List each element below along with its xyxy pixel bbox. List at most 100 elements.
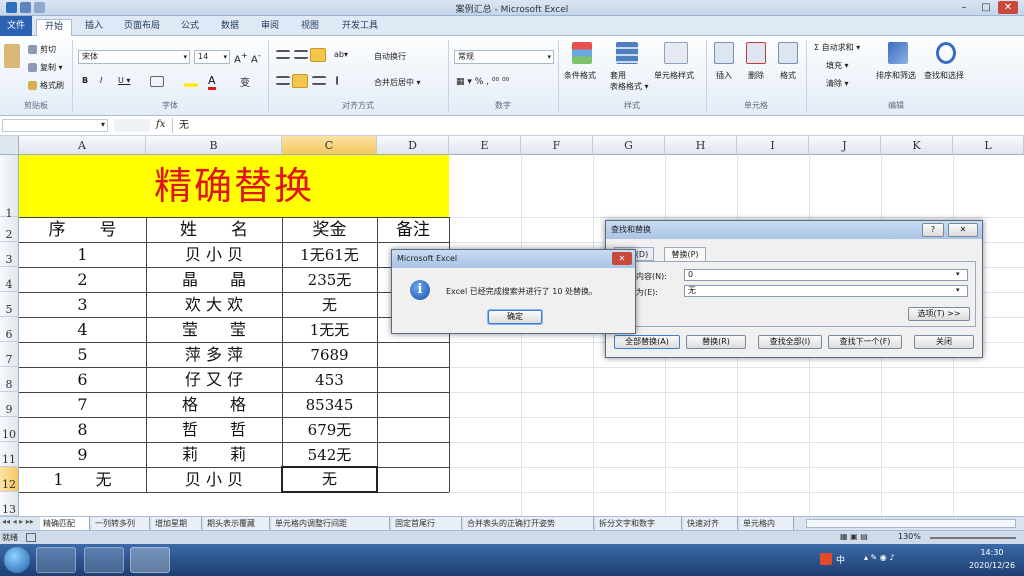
- table-cell[interactable]: 1无61无: [282, 243, 377, 267]
- find-select-icon[interactable]: [936, 42, 956, 64]
- taskbar-app-icon[interactable]: [36, 547, 76, 573]
- column-header[interactable]: E: [449, 136, 521, 155]
- align-top-icon[interactable]: [276, 50, 290, 59]
- header-cell[interactable]: 姓 名: [146, 218, 282, 242]
- close-button[interactable]: 关闭: [914, 335, 974, 349]
- excel-taskbar-icon[interactable]: [130, 547, 170, 573]
- format-painter-button[interactable]: 格式刷: [40, 80, 64, 91]
- table-cell[interactable]: 欢 大 欢: [146, 293, 282, 317]
- table-cell[interactable]: 贝 小 贝: [146, 243, 282, 267]
- column-header[interactable]: I: [737, 136, 809, 155]
- ok-button[interactable]: 确定: [488, 310, 542, 324]
- table-cell[interactable]: 2: [19, 268, 146, 292]
- cell-styles-button[interactable]: 单元格样式: [654, 70, 694, 81]
- replace-input[interactable]: 无: [684, 285, 968, 297]
- options-button[interactable]: 选项(T) >>: [908, 307, 970, 321]
- row-header[interactable]: 6: [0, 317, 19, 342]
- minimize-button[interactable]: –: [954, 1, 974, 14]
- name-box[interactable]: ▾: [2, 119, 108, 132]
- conditional-format-icon[interactable]: [572, 42, 592, 64]
- underline-button[interactable]: U ▾: [118, 76, 130, 85]
- sheet-title[interactable]: 精确替换: [19, 155, 449, 217]
- table-cell[interactable]: 7: [19, 393, 146, 417]
- row-header[interactable]: 3: [0, 242, 19, 267]
- sheet-tab[interactable]: 增加星期: [152, 517, 202, 530]
- tab-formulas[interactable]: 公式: [172, 19, 208, 36]
- horizontal-scrollbar[interactable]: [806, 519, 1016, 528]
- active-cell[interactable]: 无: [281, 466, 378, 493]
- find-input[interactable]: 0: [684, 269, 968, 281]
- tab-home[interactable]: 开始: [36, 19, 72, 36]
- align-left-icon[interactable]: [276, 76, 290, 85]
- sheet-tab[interactable]: 一列转多列: [92, 517, 150, 530]
- table-format-button[interactable]: 套用 表格格式 ▾: [610, 70, 649, 92]
- row-header[interactable]: 8: [0, 367, 19, 392]
- column-header[interactable]: K: [881, 136, 953, 155]
- table-cell[interactable]: 1无无: [282, 318, 377, 342]
- row-header[interactable]: 2: [0, 217, 19, 242]
- zoom-slider[interactable]: [930, 537, 1016, 539]
- folder-icon[interactable]: [84, 547, 124, 573]
- table-cell[interactable]: 4: [19, 318, 146, 342]
- header-cell[interactable]: 序 号: [19, 218, 146, 242]
- ime-indicator[interactable]: 中: [836, 553, 845, 566]
- view-buttons-icon[interactable]: ▦ ▣ ▤: [840, 532, 868, 541]
- insert-cells-icon[interactable]: [714, 42, 734, 64]
- tray-icons[interactable]: ▴ ✎ ◉ ♪: [864, 553, 894, 562]
- formula-input[interactable]: 无: [172, 118, 1022, 133]
- sheet-tab[interactable]: 固定首尾行: [392, 517, 462, 530]
- phonetic-icon[interactable]: 变: [240, 74, 250, 89]
- tab-data[interactable]: 数据: [212, 19, 248, 36]
- orientation-icon[interactable]: ab▾: [334, 50, 348, 59]
- row-header[interactable]: 5: [0, 292, 19, 317]
- tab-developer[interactable]: 开发工具: [334, 19, 386, 36]
- table-cell[interactable]: 235无: [282, 268, 377, 292]
- table-cell[interactable]: 8: [19, 418, 146, 442]
- delete-cells-icon[interactable]: [746, 42, 766, 64]
- table-cell[interactable]: 5: [19, 343, 146, 367]
- fx-icon[interactable]: fx: [156, 119, 165, 130]
- close-icon[interactable]: ✕: [612, 252, 632, 265]
- italic-button[interactable]: I: [100, 76, 102, 85]
- table-format-icon[interactable]: [616, 42, 638, 64]
- merge-center-button[interactable]: 合并后居中 ▾: [374, 77, 421, 88]
- sort-filter-icon[interactable]: [888, 42, 908, 64]
- fill-button[interactable]: 填充 ▾: [826, 60, 849, 71]
- column-header[interactable]: L: [953, 136, 1024, 155]
- sort-filter-button[interactable]: 排序和筛选: [876, 70, 916, 81]
- font-color-icon[interactable]: A: [208, 74, 216, 90]
- row-header[interactable]: 1: [0, 155, 19, 220]
- table-cell[interactable]: 1: [19, 243, 146, 267]
- sheet-tab[interactable]: 单元格内: [740, 517, 794, 530]
- align-bottom-icon[interactable]: [310, 48, 326, 62]
- macro-record-icon[interactable]: [26, 533, 36, 542]
- table-cell[interactable]: 85345: [282, 393, 377, 417]
- insert-cells-button[interactable]: 插入: [716, 70, 732, 81]
- replace-all-button[interactable]: 全部替换(A): [614, 335, 680, 349]
- header-cell[interactable]: 备注: [377, 218, 449, 242]
- cut-button[interactable]: 剪切: [40, 44, 56, 55]
- find-select-button[interactable]: 查找和选择: [924, 70, 964, 81]
- column-header[interactable]: J: [809, 136, 881, 155]
- tab-page-layout[interactable]: 页面布局: [116, 19, 168, 36]
- fill-color-icon[interactable]: [184, 76, 198, 87]
- dialog-close-button[interactable]: ✕: [948, 223, 978, 237]
- increase-font-icon[interactable]: A+ A-: [234, 50, 261, 65]
- select-all-corner[interactable]: [0, 136, 19, 155]
- paste-icon[interactable]: [4, 44, 20, 68]
- table-cell[interactable]: 6: [19, 368, 146, 392]
- sheet-tab[interactable]: 合并表头的正确打开姿势: [464, 517, 594, 530]
- start-button-icon[interactable]: [4, 547, 30, 573]
- sheet-tab[interactable]: 单元格内调整行间距: [272, 517, 390, 530]
- find-all-button[interactable]: 查找全部(I): [758, 335, 822, 349]
- indent-icon[interactable]: [336, 76, 348, 85]
- wrap-text-button[interactable]: 自动换行: [374, 51, 406, 62]
- format-cells-button[interactable]: 格式: [780, 70, 796, 81]
- row-header[interactable]: 7: [0, 342, 19, 367]
- table-cell[interactable]: 仔 又 仔: [146, 368, 282, 392]
- table-cell[interactable]: 无: [282, 293, 377, 317]
- cell-styles-icon[interactable]: [664, 42, 688, 64]
- bold-button[interactable]: B: [82, 76, 88, 85]
- align-right-icon[interactable]: [312, 76, 326, 85]
- tab-insert[interactable]: 插入: [76, 19, 112, 36]
